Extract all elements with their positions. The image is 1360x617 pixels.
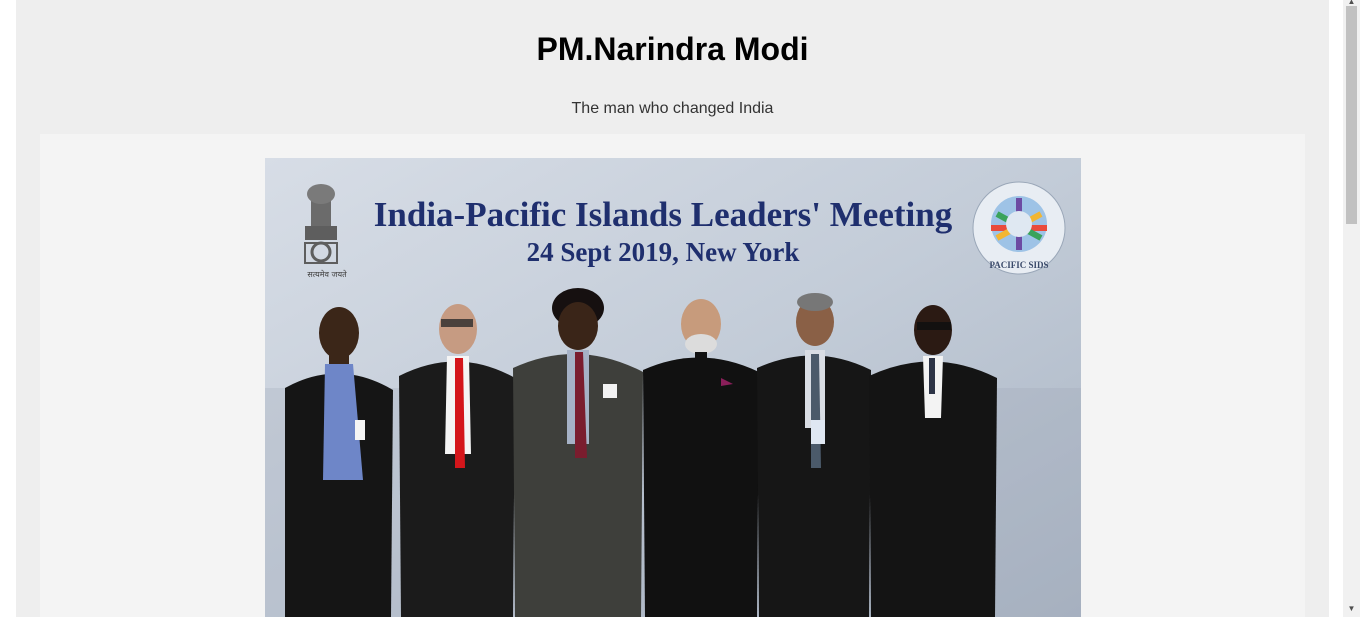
- banner-line-2: 24 Sept 2019, New York: [527, 237, 800, 267]
- page-main: PM.Narindra Modi The man who changed Ind…: [16, 0, 1329, 617]
- scrollbar-thumb[interactable]: [1346, 6, 1357, 224]
- scroll-down-arrow-icon[interactable]: ▼: [1343, 603, 1360, 615]
- vertical-scrollbar[interactable]: ▲ ▼: [1343, 0, 1360, 617]
- banner-line-1: India-Pacific Islands Leaders' Meeting: [374, 195, 953, 234]
- page-tagline: The man who changed India: [571, 100, 774, 117]
- page-title: PM.Narindra Modi: [536, 31, 809, 67]
- leaders-meeting-photo: सत्यमेव जयते India-Pacific Islands Leade…: [265, 158, 1081, 617]
- emblem-caption: सत्यमेव जयते: [307, 269, 347, 279]
- image-container: सत्यमेव जयते India-Pacific Islands Leade…: [40, 134, 1305, 617]
- sids-logo-text: PACIFIC SIDS: [989, 260, 1048, 270]
